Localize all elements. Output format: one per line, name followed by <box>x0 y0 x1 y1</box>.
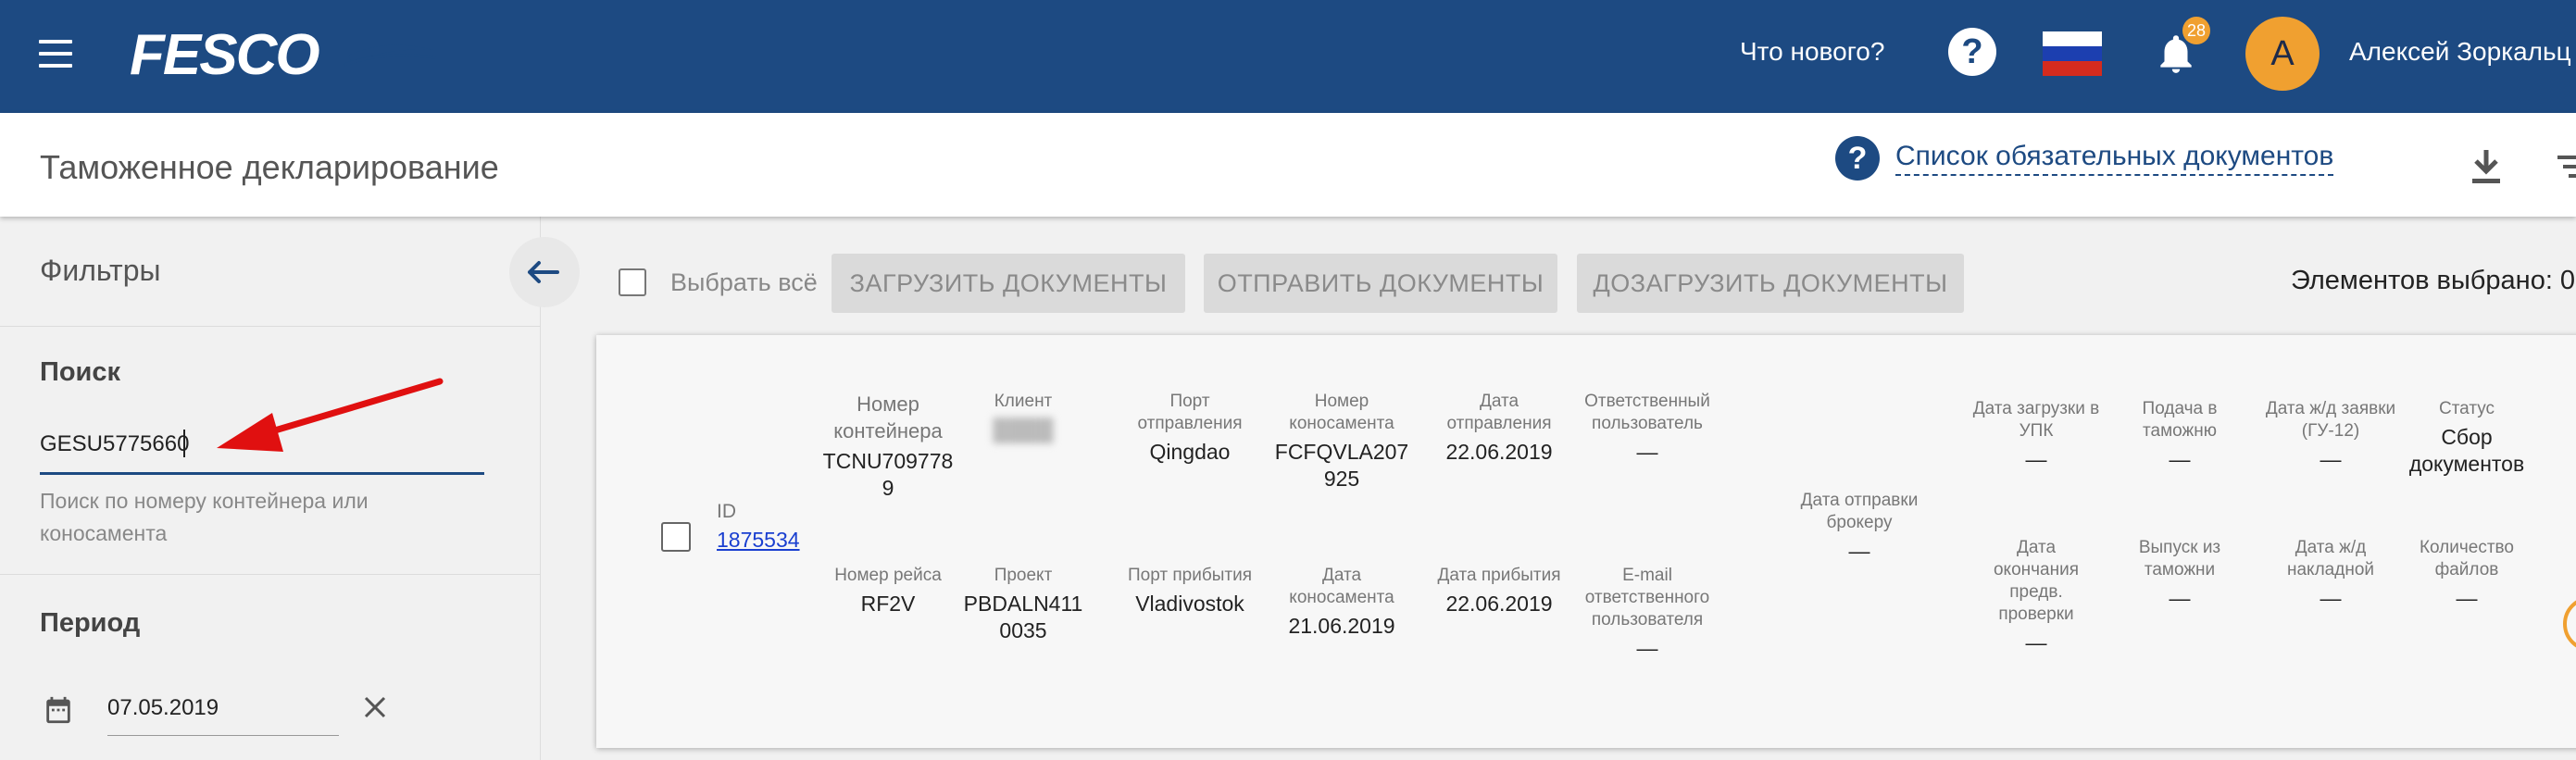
record-id-link[interactable]: 1875534 <box>717 528 800 553</box>
declaration-card: ID 1875534 Номер контейнера TCNU7097789 … <box>596 335 2576 748</box>
field-container: Номер контейнера TCNU7097789 <box>822 392 954 500</box>
field-precheck-end: Дата окончания предв. проверки — <box>1993 538 2079 654</box>
field-upk-upload-date: Дата загрузки в УПК — <box>1972 399 2100 471</box>
text-caret <box>183 430 185 457</box>
field-voyage: Номер рейса RF2V <box>834 566 942 616</box>
notification-count-badge: 28 <box>2182 17 2210 44</box>
date-from-input[interactable]: 07.05.2019 <box>107 695 219 721</box>
period-label: Период <box>40 608 141 638</box>
collapse-sidebar-button[interactable] <box>509 237 580 307</box>
filters-sidebar: Фильтры Поиск GESU5775660 Поиск по номер… <box>0 217 580 760</box>
id-label: ID <box>717 501 736 522</box>
field-bill-date: Дата коносамента 21.06.2019 <box>1288 566 1395 638</box>
russia-flag-icon[interactable] <box>2043 31 2102 76</box>
field-broker-send-date: Дата отправки брокеру — <box>1800 491 1919 563</box>
svg-text:FESCO: FESCO <box>130 26 319 85</box>
select-all-checkbox[interactable] <box>619 268 646 296</box>
arrow-left-icon <box>528 261 559 283</box>
required-documents-link[interactable]: Список обязательных документов <box>1895 141 2334 176</box>
download-icon[interactable] <box>2470 148 2502 185</box>
field-bill-number: Номер коносамента FCFQVLA207925 <box>1274 392 1409 491</box>
search-label: Поиск <box>40 357 121 387</box>
whats-new-link[interactable]: Что нового? <box>1740 37 1884 67</box>
user-name[interactable]: Алексей Зоркальц <box>2349 37 2571 67</box>
clear-date-icon[interactable] <box>363 695 387 719</box>
search-input-underline <box>40 472 484 475</box>
calendar-icon[interactable] <box>43 694 74 726</box>
field-departure-date: Дата отправления 22.06.2019 <box>1445 392 1553 464</box>
help-icon[interactable]: ? <box>1948 28 1996 76</box>
field-status: Статус Сбор документов <box>2408 399 2525 476</box>
fesco-logo[interactable]: FESCO <box>128 23 439 87</box>
field-responsible-user: Ответственный пользователь — <box>1584 392 1710 464</box>
filter-icon[interactable] <box>2557 154 2576 180</box>
field-rail-invoice-date: Дата ж/д накладной — <box>2287 538 2374 610</box>
actions-button[interactable] <box>2563 596 2576 652</box>
fesco-logo-graphic: FESCO <box>130 23 436 87</box>
field-files-count: Количество файлов — <box>2419 538 2515 610</box>
row-checkbox[interactable] <box>661 522 691 552</box>
search-hint: Поиск по номеру контейнера или коносамен… <box>40 489 369 545</box>
select-all-label[interactable]: Выбрать всё <box>670 268 818 297</box>
page-header: Таможенное декларирование ? Список обяза… <box>0 113 2576 217</box>
date-input-underline <box>107 735 339 736</box>
field-client: Клиент ████ <box>993 392 1054 442</box>
field-responsible-email: E-mail ответственного пользователя — <box>1584 566 1710 660</box>
field-port-departure: Порт отправления Qingdao <box>1137 392 1243 464</box>
field-project: Проект PBDALN4110035 <box>963 566 1083 642</box>
avatar[interactable]: А <box>2245 17 2320 91</box>
help-icon[interactable]: ? <box>1835 136 1880 181</box>
field-customs-release: Выпуск из таможни — <box>2138 538 2221 610</box>
top-app-bar: FESCO Что нового? ? 28 А Алексей Зоркаль… <box>0 0 2576 113</box>
reupload-documents-button[interactable]: ДОЗАГРУЗИТЬ ДОКУМЕНТЫ <box>1577 254 1964 313</box>
field-arrival-date: Дата прибытия 22.06.2019 <box>1437 566 1561 616</box>
field-port-arrival: Порт прибытия Vladivostok <box>1128 566 1252 616</box>
page-title: Таможенное декларирование <box>40 148 499 186</box>
upload-documents-button[interactable]: ЗАГРУЗИТЬ ДОКУМЕНТЫ <box>832 254 1185 313</box>
menu-icon[interactable] <box>39 40 72 68</box>
selected-count: Элементов выбрано: 0 <box>2291 266 2576 295</box>
filters-title: Фильтры <box>40 254 161 287</box>
search-input[interactable]: GESU5775660 <box>40 431 189 457</box>
field-rail-request-date: Дата ж/д заявки (ГУ-12) — <box>2265 399 2396 471</box>
send-documents-button[interactable]: ОТПРАВИТЬ ДОКУМЕНТЫ <box>1204 254 1557 313</box>
field-customs-submission: Подача в таможню — <box>2142 399 2218 471</box>
